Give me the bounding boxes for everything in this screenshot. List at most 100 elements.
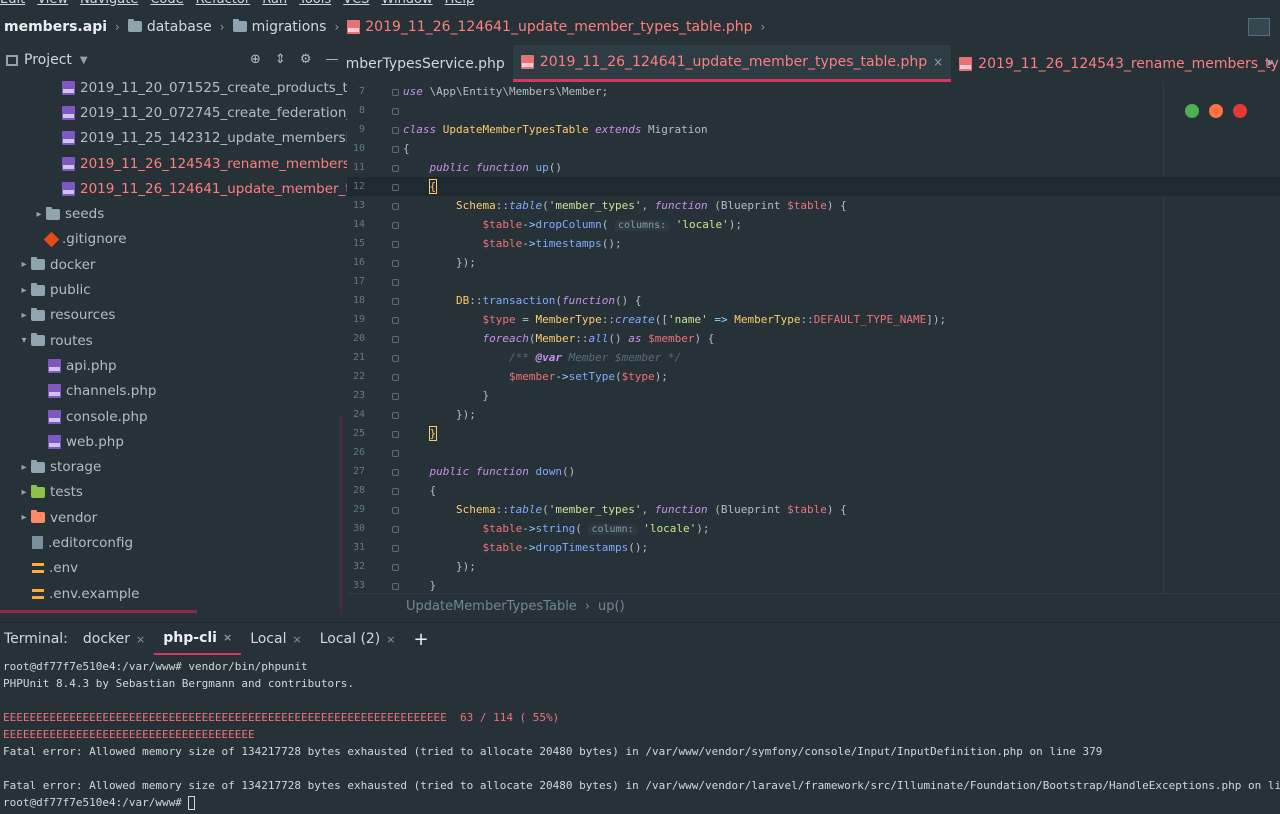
more-tabs-icon[interactable]: ▸ bbox=[1268, 55, 1274, 69]
fold-marker-icon[interactable] bbox=[392, 469, 399, 476]
close-icon[interactable]: × bbox=[292, 633, 301, 646]
line-number[interactable]: 27 bbox=[347, 462, 365, 481]
line-number[interactable]: 13 bbox=[347, 196, 365, 215]
terminal-tab[interactable]: Local × bbox=[241, 623, 311, 656]
tree-item[interactable]: console.php bbox=[0, 404, 347, 429]
dropdown-arrow-icon[interactable]: ▼ bbox=[80, 55, 88, 66]
line-number[interactable]: 31 bbox=[347, 538, 365, 557]
tree-item[interactable]: .env bbox=[0, 556, 347, 581]
tree-item[interactable]: ▸ vendor bbox=[0, 505, 347, 530]
project-name[interactable]: members.api bbox=[4, 19, 107, 35]
terminal-tab[interactable]: Local (2) × bbox=[311, 623, 405, 656]
new-terminal-button[interactable]: + bbox=[405, 623, 438, 656]
hide-icon[interactable]: — bbox=[325, 52, 338, 67]
fold-marker-icon[interactable] bbox=[392, 336, 399, 343]
fold-marker-icon[interactable] bbox=[392, 298, 399, 305]
fold-marker-icon[interactable] bbox=[392, 583, 399, 590]
menu-item[interactable]: Tools bbox=[299, 0, 331, 7]
line-number[interactable]: 9 bbox=[347, 120, 365, 139]
coverage-icon[interactable] bbox=[1248, 18, 1270, 36]
project-panel-title[interactable]: Project bbox=[24, 52, 72, 68]
chevron-right-icon[interactable]: ▸ bbox=[32, 209, 46, 220]
sidebar-scrollbar[interactable] bbox=[339, 415, 343, 615]
breadcrumb-file[interactable]: 2019_11_26_124641_update_member_types_ta… bbox=[347, 19, 753, 35]
line-number[interactable]: 25 bbox=[347, 424, 365, 443]
terminal-cursor[interactable] bbox=[188, 796, 196, 810]
fold-marker-icon[interactable] bbox=[392, 488, 399, 495]
line-number[interactable]: 24 bbox=[347, 405, 365, 424]
fold-marker-icon[interactable] bbox=[392, 241, 399, 248]
close-icon[interactable]: × bbox=[136, 633, 145, 646]
fold-marker-icon[interactable] bbox=[392, 317, 399, 324]
tree-item[interactable]: 2019_11_26_124641_update_member_types bbox=[0, 176, 347, 201]
line-number[interactable]: 29 bbox=[347, 500, 365, 519]
fold-marker-icon[interactable] bbox=[392, 184, 399, 191]
line-number[interactable]: 32 bbox=[347, 557, 365, 576]
fold-marker-icon[interactable] bbox=[392, 564, 399, 571]
collapse-icon[interactable]: ⇕ bbox=[275, 52, 286, 67]
line-number[interactable]: 16 bbox=[347, 253, 365, 272]
code-breadcrumb-method[interactable]: up() bbox=[598, 599, 625, 614]
tree-item[interactable]: ▸ docker bbox=[0, 252, 347, 277]
fold-marker-icon[interactable] bbox=[392, 355, 399, 362]
chevron-right-icon[interactable]: ▸ bbox=[17, 462, 31, 473]
tree-item[interactable]: web.php bbox=[0, 429, 347, 454]
terminal-output[interactable]: root@df77f7e510e4:/var/www# vendor/bin/p… bbox=[0, 655, 1280, 814]
fold-marker-icon[interactable] bbox=[392, 89, 399, 96]
fold-marker-icon[interactable] bbox=[392, 374, 399, 381]
menu-item[interactable]: Refactor bbox=[196, 0, 251, 7]
tree-item[interactable]: 2019_11_20_071525_create_products_table. bbox=[0, 75, 347, 100]
fold-marker-icon[interactable] bbox=[392, 146, 399, 153]
menu-item[interactable]: Code bbox=[150, 0, 183, 7]
breadcrumb-migrations[interactable]: migrations bbox=[232, 19, 326, 35]
tree-item[interactable]: ▾ routes bbox=[0, 328, 347, 353]
chevron-down-icon[interactable]: ▾ bbox=[17, 335, 31, 346]
line-number[interactable]: 8 bbox=[347, 101, 365, 120]
firefox-icon[interactable] bbox=[1209, 104, 1223, 118]
close-icon[interactable]: × bbox=[386, 633, 395, 646]
line-number[interactable]: 11 bbox=[347, 158, 365, 177]
line-number[interactable]: 15 bbox=[347, 234, 365, 253]
tree-item[interactable]: .gitignore bbox=[0, 227, 347, 252]
fold-marker-icon[interactable] bbox=[392, 127, 399, 134]
tree-item[interactable]: ▸ public bbox=[0, 277, 347, 302]
line-number[interactable]: 14 bbox=[347, 215, 365, 234]
fold-marker-icon[interactable] bbox=[392, 279, 399, 286]
editor-tab[interactable]: 2019_11_26_124543_rename_members_types_t… bbox=[951, 45, 1280, 82]
fold-marker-icon[interactable] bbox=[392, 393, 399, 400]
code-editor[interactable]: 7 use \App\Entity\Members\Member; 8 9 class … bbox=[347, 82, 1280, 593]
tree-item[interactable]: .env.example bbox=[0, 581, 347, 606]
chrome-icon[interactable] bbox=[1185, 104, 1199, 118]
menu-item[interactable]: Navigate bbox=[80, 0, 138, 7]
menu-item[interactable]: Help bbox=[445, 0, 475, 7]
line-number[interactable]: 33 bbox=[347, 576, 365, 593]
gear-icon[interactable]: ⚙ bbox=[300, 52, 312, 67]
menu-item[interactable]: Edit bbox=[0, 0, 25, 7]
tree-item[interactable]: ▸ resources bbox=[0, 303, 347, 328]
line-number[interactable]: 10 bbox=[347, 139, 365, 158]
locate-icon[interactable]: ⊕ bbox=[250, 52, 261, 67]
tree-item[interactable]: ▸ seeds bbox=[0, 201, 347, 226]
fold-marker-icon[interactable] bbox=[392, 545, 399, 552]
close-icon[interactable]: × bbox=[933, 55, 943, 69]
fold-marker-icon[interactable] bbox=[392, 412, 399, 419]
fold-marker-icon[interactable] bbox=[392, 450, 399, 457]
close-icon[interactable]: × bbox=[223, 631, 232, 644]
chevron-right-icon[interactable]: ▸ bbox=[17, 487, 31, 498]
line-number[interactable]: 18 bbox=[347, 291, 365, 310]
fold-marker-icon[interactable] bbox=[392, 108, 399, 115]
tree-item[interactable]: channels.php bbox=[0, 379, 347, 404]
line-number[interactable]: 20 bbox=[347, 329, 365, 348]
line-number[interactable]: 30 bbox=[347, 519, 365, 538]
tree-item[interactable]: 2019_11_25_142312_update_memberships_ bbox=[0, 126, 347, 151]
breadcrumb-database[interactable]: database bbox=[127, 19, 212, 35]
tree-item[interactable]: ▸ storage bbox=[0, 454, 347, 479]
tree-item[interactable]: 2019_11_26_124543_rename_members_type bbox=[0, 151, 347, 176]
line-number[interactable]: 12 bbox=[347, 177, 365, 196]
tree-item[interactable]: 2019_11_20_072745_create_federation_prod bbox=[0, 100, 347, 125]
tree-item[interactable]: api.php bbox=[0, 353, 347, 378]
menu-item[interactable]: VCS bbox=[343, 0, 369, 7]
chevron-right-icon[interactable]: ▸ bbox=[17, 259, 31, 270]
fold-marker-icon[interactable] bbox=[392, 260, 399, 267]
line-number[interactable]: 22 bbox=[347, 367, 365, 386]
